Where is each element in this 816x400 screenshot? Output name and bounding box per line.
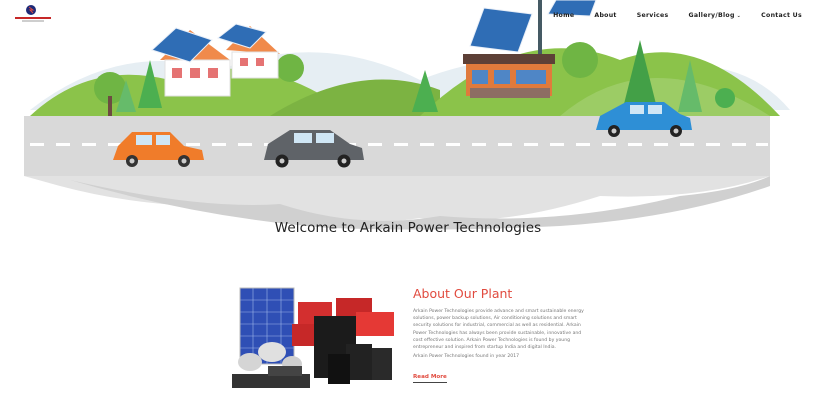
about-section: About Our Plant Arkain Power Technologie… (413, 286, 591, 384)
about-paragraph: Arkain Power Technologies provide advanc… (413, 309, 584, 351)
chevron-down-icon: ⌄ (736, 13, 742, 19)
nav-gallery-blog-label: Gallery/Blog (688, 12, 735, 19)
nav-gallery-blog[interactable]: Gallery/Blog ⌄ (689, 8, 742, 23)
main-nav: Home About Services Gallery/Blog ⌄ Contac… (533, 8, 802, 23)
company-logo[interactable] (12, 4, 54, 24)
about-title: About Our Plant (413, 286, 513, 301)
nav-services[interactable]: Services (637, 8, 669, 23)
nav-about[interactable]: About (594, 8, 616, 23)
nav-home[interactable]: Home (553, 8, 574, 23)
hero-heading: Welcome to Arkain Power Technologies (274, 220, 542, 236)
navbar: Home About Services Gallery/Blog ⌄ Contac… (0, 0, 816, 28)
products-image (232, 287, 394, 388)
about-founded: Arkain Power Technologies found in year … (413, 354, 520, 360)
read-more-button[interactable]: Read More (413, 374, 447, 384)
nav-contact-us[interactable]: Contact Us (761, 8, 802, 23)
